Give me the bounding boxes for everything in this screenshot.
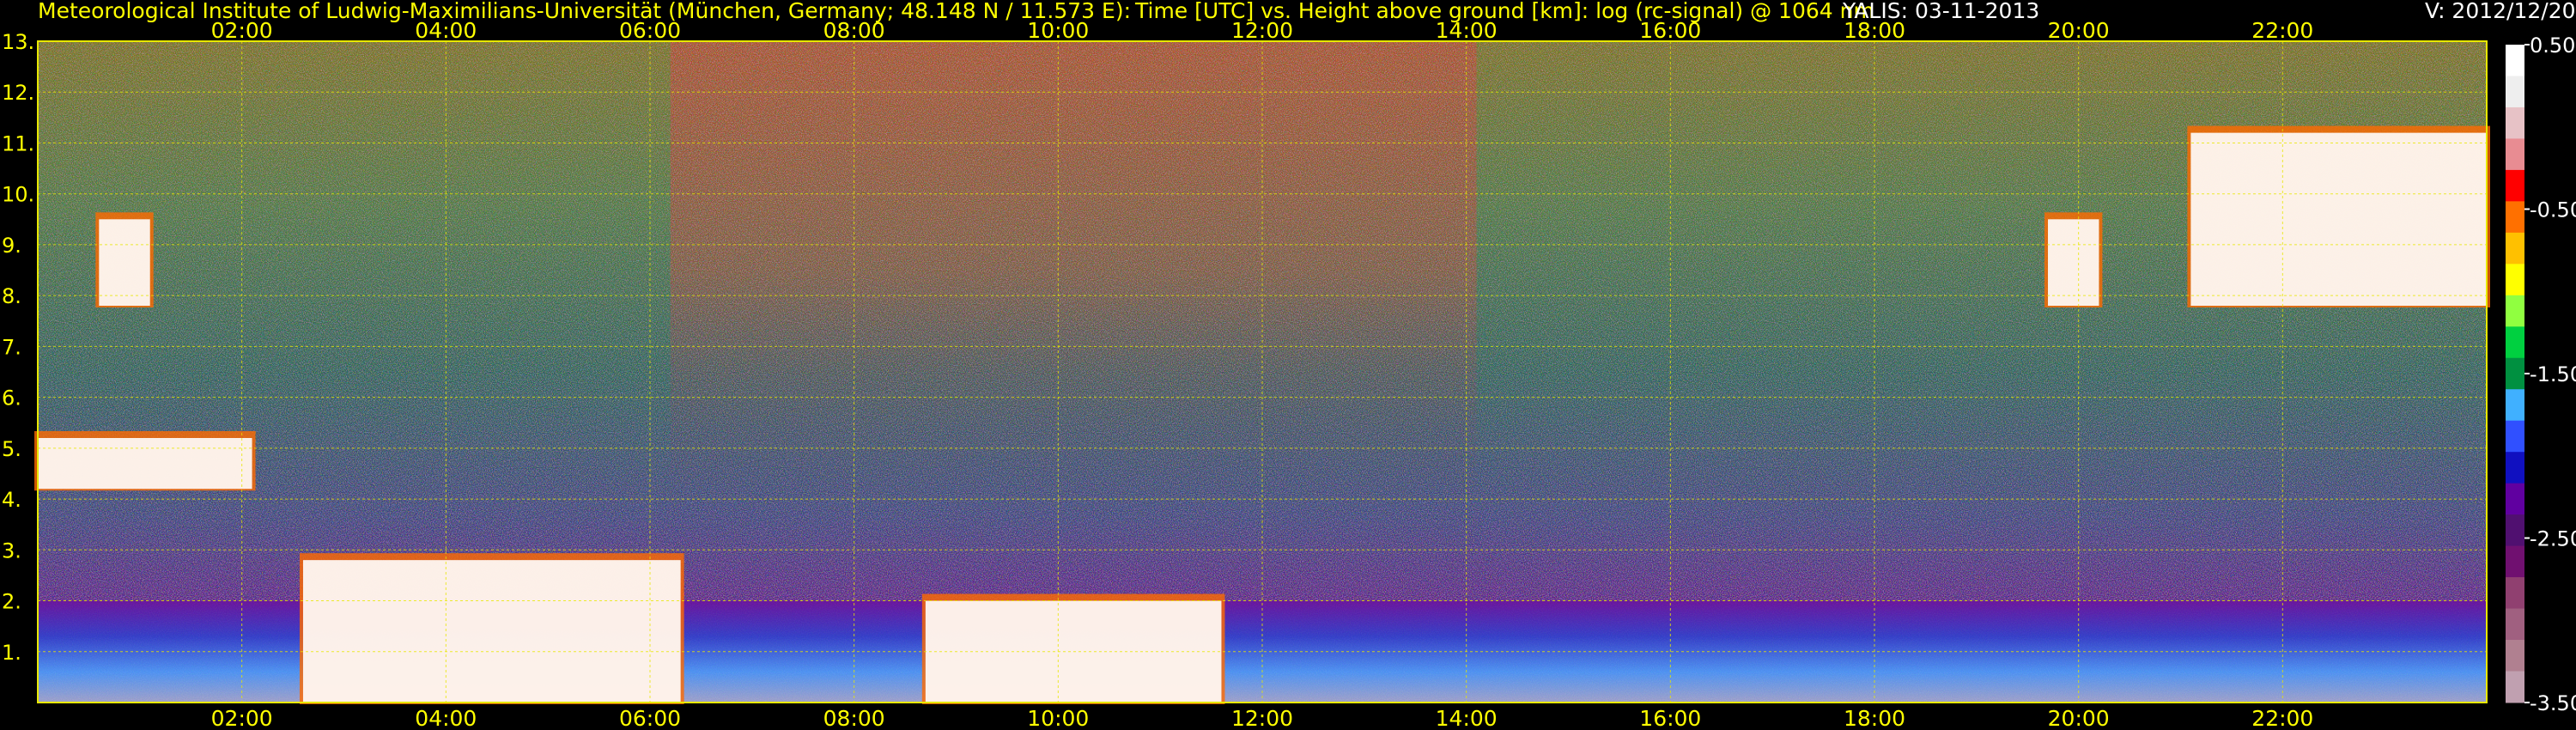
- colorbar-segment: [2506, 389, 2524, 422]
- x-tick-label-top: 12:00: [1231, 18, 1293, 43]
- x-tick-label-bottom: 20:00: [2048, 706, 2110, 730]
- colorbar-tick-label: -3.50: [2530, 691, 2576, 715]
- x-tick-label-bottom: 18:00: [1844, 706, 1905, 730]
- y-tick-label: 6.: [2, 386, 21, 411]
- colorbar-segment: [2506, 169, 2524, 202]
- colorbar-segment: [2506, 295, 2524, 327]
- x-tick-label-top: 10:00: [1027, 18, 1089, 43]
- colorbar: 0.50 -0.50 -1.50 -2.50 -3.50: [2506, 33, 2576, 715]
- colorbar-segment: [2506, 326, 2524, 359]
- y-tick-label: 3.: [2, 538, 21, 563]
- colorbar-tick-label: -1.50: [2530, 362, 2576, 386]
- y-tick-label: 7.: [2, 335, 21, 359]
- x-tick-label-bottom: 12:00: [1231, 706, 1293, 730]
- colorbar-segment: [2506, 640, 2524, 672]
- x-tick-label-top: 02:00: [211, 18, 273, 43]
- y-tick-label: 13.: [2, 30, 34, 54]
- colorbar-segment: [2506, 232, 2524, 265]
- colorbar-tick-label: -2.50: [2530, 527, 2576, 551]
- x-tick-label-bottom: 16:00: [1639, 706, 1701, 730]
- x-tick-label-top: 08:00: [823, 18, 885, 43]
- x-tick-label-bottom: 22:00: [2251, 706, 2313, 730]
- x-tick-label-top: 22:00: [2251, 18, 2313, 43]
- feature-high_cloud-4: [99, 219, 150, 306]
- x-tick-label-bottom: 10:00: [1027, 706, 1089, 730]
- colorbar-segment: [2506, 608, 2524, 641]
- feature-high_cloud-5: [2048, 219, 2099, 306]
- colorbar-segment: [2506, 577, 2524, 610]
- x-tick-label-top: 06:00: [619, 18, 681, 43]
- x-axis-top: 02:00 04:00 06:00 08:00 10:00 12:00 14:00 16:00…: [211, 18, 2314, 43]
- y-tick-label: 10.: [2, 183, 34, 207]
- colorbar-segment: [2506, 671, 2524, 703]
- y-tick-label: 12.: [2, 81, 34, 105]
- x-tick-label-top: 18:00: [1844, 18, 1905, 43]
- x-tick-label-bottom: 06:00: [619, 706, 681, 730]
- y-tick-label: 2.: [2, 590, 21, 614]
- colorbar-segment: [2506, 357, 2524, 390]
- x-axis-bottom: 02:00 04:00 06:00 08:00 10:00 12:00 14:00 16:00…: [211, 706, 2314, 730]
- x-tick-label-bottom: 02:00: [211, 706, 273, 730]
- lidar-time-height-plot: 13. 12. 11. 10. 9. 8. 7. 6. 5. 4. 3. 2. 1. 02:00 04:0…: [2, 18, 2576, 730]
- colorbar-tick-label: -0.50: [2530, 198, 2576, 222]
- colorbar-segment: [2506, 452, 2524, 484]
- feature-mid_cloud-3: [38, 438, 252, 490]
- colorbar-segment: [2506, 201, 2524, 234]
- feature-low_cloud-1: [302, 560, 681, 703]
- colorbar-segment: [2506, 420, 2524, 453]
- colorbar-segment: [2506, 545, 2524, 578]
- colorbar-segment: [2506, 76, 2524, 108]
- x-tick-label-top: 20:00: [2048, 18, 2110, 43]
- x-tick-label-bottom: 14:00: [1436, 706, 1498, 730]
- y-tick-label: 1.: [2, 641, 21, 665]
- colorbar-segment: [2506, 514, 2524, 547]
- colorbar-tick-label: 0.50: [2530, 33, 2575, 58]
- y-tick-label: 9.: [2, 234, 21, 258]
- colorbar-segment: [2506, 138, 2524, 171]
- colorbar-segment: [2506, 45, 2524, 76]
- y-tick-label: 5.: [2, 437, 21, 461]
- x-tick-label-bottom: 08:00: [823, 706, 885, 730]
- colorbar-segment: [2506, 483, 2524, 515]
- x-tick-label-bottom: 04:00: [415, 706, 477, 730]
- y-tick-label: 4.: [2, 488, 21, 512]
- y-tick-label: 8.: [2, 284, 21, 308]
- y-axis: 13. 12. 11. 10. 9. 8. 7. 6. 5. 4. 3. 2. 1.: [2, 30, 34, 665]
- colorbar-segment: [2506, 264, 2524, 296]
- colorbar-segment: [2506, 106, 2524, 139]
- y-tick-label: 11.: [2, 131, 34, 155]
- x-tick-label-top: 04:00: [415, 18, 477, 43]
- x-tick-label-top: 16:00: [1639, 18, 1701, 43]
- feature-high_cloud-6: [2190, 132, 2487, 306]
- x-tick-label-top: 14:00: [1436, 18, 1498, 43]
